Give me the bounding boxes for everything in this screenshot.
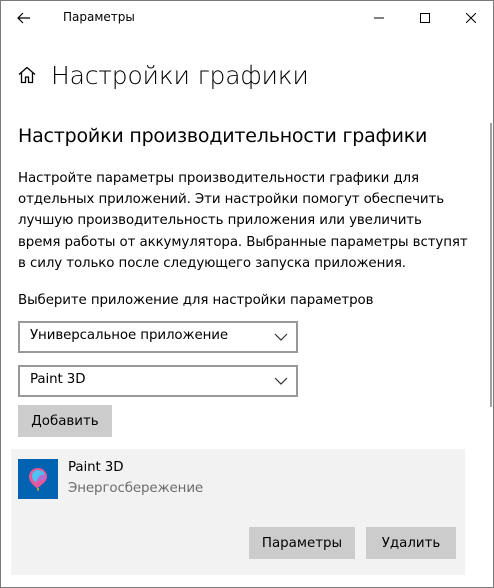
remove-button[interactable]: Удалить bbox=[366, 527, 456, 559]
app-type-value: Универсальное приложение bbox=[30, 328, 229, 343]
settings-window: Параметры Настройки графики Настройки пр… bbox=[0, 0, 494, 588]
home-icon[interactable] bbox=[17, 64, 39, 86]
close-button[interactable] bbox=[448, 1, 493, 34]
app-type-dropdown[interactable]: Универсальное приложение bbox=[18, 321, 298, 353]
chevron-down-icon bbox=[274, 377, 288, 385]
chevron-down-icon bbox=[274, 333, 288, 341]
section-title: Настройки производительности графики bbox=[18, 125, 428, 147]
app-dropdown[interactable]: Paint 3D bbox=[18, 365, 298, 397]
window-title: Параметры bbox=[63, 10, 135, 24]
app-select-label: Выберите приложение для настройки параме… bbox=[18, 293, 374, 308]
app-graphics-mode: Энергосбережение bbox=[68, 481, 204, 496]
app-list-item[interactable]: Paint 3D Энергосбережение Параметры Удал… bbox=[11, 449, 465, 575]
app-value: Paint 3D bbox=[30, 372, 86, 387]
paint-3d-icon bbox=[18, 459, 58, 499]
close-icon bbox=[466, 12, 476, 23]
back-arrow-icon bbox=[17, 12, 30, 23]
add-button[interactable]: Добавить bbox=[18, 405, 112, 437]
title-bar: Параметры bbox=[1, 1, 493, 34]
minimize-button[interactable] bbox=[356, 1, 402, 34]
maximize-icon bbox=[420, 12, 430, 23]
page-title: Настройки графики bbox=[51, 60, 309, 90]
page-header: Настройки графики bbox=[17, 57, 309, 93]
minimize-icon bbox=[374, 17, 384, 18]
scrollbar[interactable] bbox=[490, 123, 492, 407]
maximize-button[interactable] bbox=[402, 1, 448, 34]
app-name: Paint 3D bbox=[68, 460, 124, 475]
back-button[interactable] bbox=[1, 1, 47, 34]
options-button[interactable]: Параметры bbox=[249, 527, 355, 559]
section-description: Настройте параметры производительности г… bbox=[18, 171, 468, 271]
